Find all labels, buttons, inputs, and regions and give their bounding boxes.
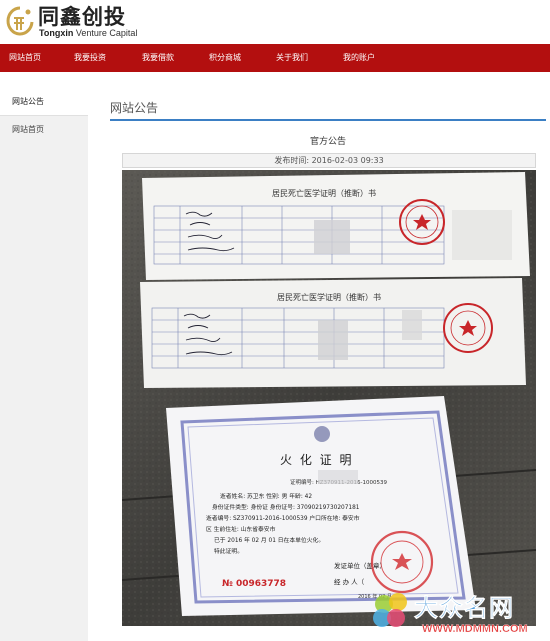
main-nav: 网站首页 我要投资 我要借款 积分商城 关于我们 我的账户: [0, 44, 550, 72]
watermark-text-en: WWW.MDMMN.COM: [422, 623, 528, 635]
sidebar: 网站公告 网站首页: [0, 88, 88, 641]
cremation-line-6: 特此证明。: [214, 547, 243, 555]
title-underline: [110, 119, 546, 121]
cert-mid-title: 居民死亡医学证明（推断）书: [277, 292, 381, 302]
nav-item-borrow[interactable]: 我要借款: [142, 44, 174, 72]
cremation-line-2: 身份证件类型: 身份证 身份证号: 37090219730207181: [212, 503, 360, 511]
nav-item-points-mall[interactable]: 积分商城: [209, 44, 241, 72]
page-title: 网站公告: [110, 101, 159, 115]
handler-label: 经 办 人（: [334, 577, 365, 586]
brand-name-en: Tongxin Venture Capital: [39, 28, 137, 39]
notice-photo: 居民死亡医学证明（推断）书 居民死亡医学证明（推断）书 火 化 证 明 证明编号…: [122, 170, 536, 626]
cremation-line-5: 已于 2016 年 02 月 01 日在本单位火化。: [214, 536, 324, 544]
cremation-certificate: 火 化 证 明 证明编号: HZ370911-2016-1000539 逝者姓名…: [166, 396, 476, 616]
sidebar-item-home[interactable]: 网站首页: [0, 116, 88, 143]
clover-logo-icon: [373, 593, 407, 627]
nav-item-account[interactable]: 我的账户: [343, 44, 375, 72]
watermark-text-cn: 大众名网: [414, 594, 514, 622]
issuer-label: 发证单位（盖章）: [334, 561, 386, 570]
nav-item-home[interactable]: 网站首页: [9, 44, 41, 72]
brand-name-cn: 同鑫创投: [38, 5, 126, 29]
death-certificate-top: 居民死亡医学证明（推断）书: [142, 172, 530, 280]
cremation-line-3: 逝者编号: SZ370911-2016-1000539 户口所在地: 泰安市: [206, 514, 360, 522]
sidebar-item-announcements[interactable]: 网站公告: [0, 88, 88, 115]
publish-time: 发布时间: 2016-02-03 09:33: [122, 153, 536, 168]
cremation-title: 火 化 证 明: [280, 453, 353, 467]
site-watermark: 大众名网 WWW.MDMMN.COM: [366, 586, 546, 638]
brand-name-en-rest: Venture Capital: [73, 28, 138, 38]
death-certificate-middle: 居民死亡医学证明（推断）书: [140, 278, 526, 388]
cremation-line-4: 区 生前住址: 山东省泰安市: [206, 525, 276, 533]
nav-item-about[interactable]: 关于我们: [276, 44, 308, 72]
cremation-line-1: 逝者姓名: 苏卫东 性别: 男 年龄: 42: [220, 492, 312, 500]
notice-title: 官方公告: [309, 137, 346, 147]
cert-top-title: 居民死亡医学证明（推断）书: [272, 188, 376, 198]
site-header: 同鑫创投 Tongxin Venture Capital: [0, 0, 550, 44]
brand-name-en-bold: Tongxin: [39, 28, 74, 38]
nav-item-invest[interactable]: 我要投资: [74, 44, 106, 72]
serial-number: № 00963778: [222, 579, 286, 589]
logo-icon[interactable]: [6, 6, 34, 36]
